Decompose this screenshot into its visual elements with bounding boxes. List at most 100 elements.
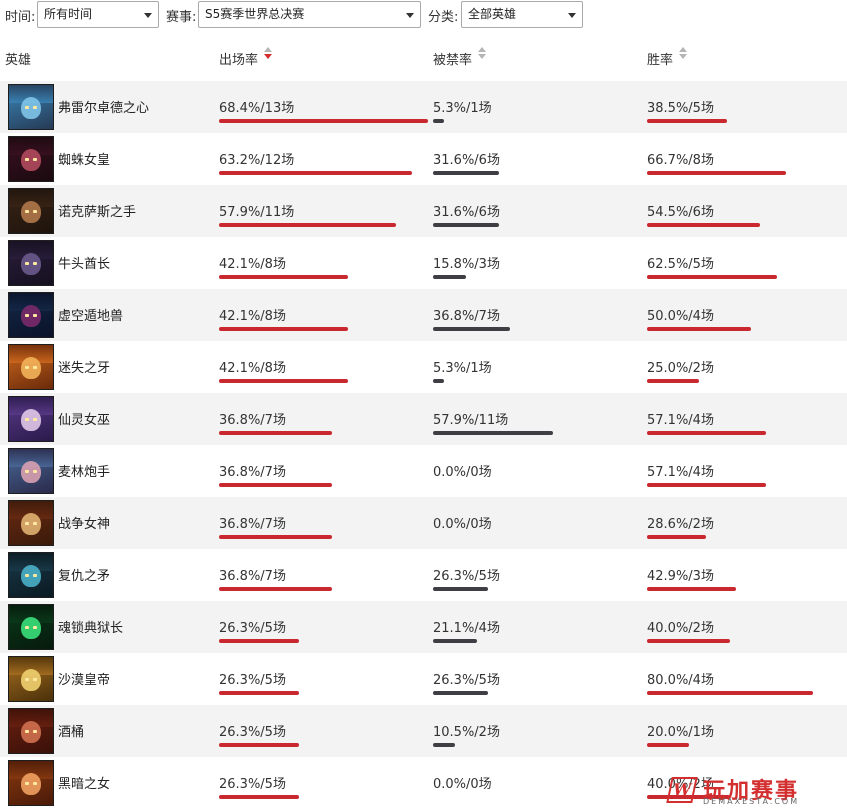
ban-rate-value: 10.5%/2场 — [433, 725, 500, 740]
category-filter-label: 分类: — [428, 10, 459, 25]
sort-icon — [478, 47, 486, 59]
ban-rate-bar — [433, 223, 499, 227]
table-row[interactable]: 蜘蛛女皇 63.2%/12场 31.6%/6场 66.7%/8场 — [0, 133, 847, 185]
hero-name[interactable]: 酒桶 — [58, 721, 84, 740]
table-row[interactable]: 虚空遁地兽 42.1%/8场 36.8%/7场 50.0%/4场 — [0, 289, 847, 341]
table-row[interactable]: 战争女神 36.8%/7场 0.0%/0场 28.6%/2场 — [0, 497, 847, 549]
pick-rate-value: 36.8%/7场 — [219, 569, 286, 584]
win-rate-bar — [647, 639, 730, 643]
pick-rate-bar — [219, 587, 332, 591]
ban-rate-value: 0.0%/0场 — [433, 777, 492, 792]
hero-name[interactable]: 仙灵女巫 — [58, 409, 110, 428]
table-row[interactable]: 牛头酋长 42.1%/8场 15.8%/3场 62.5%/5场 — [0, 237, 847, 289]
ban-rate-value: 57.9%/11场 — [433, 413, 509, 428]
pick-rate-value: 26.3%/5场 — [219, 725, 286, 740]
ban-rate-bar — [433, 639, 477, 643]
ban-rate-bar — [433, 275, 466, 279]
table-row[interactable]: 弗雷尔卓德之心 68.4%/13场 5.3%/1场 38.5%/5场 — [0, 81, 847, 133]
hero-name[interactable]: 魂锁典狱长 — [58, 617, 123, 636]
pick-rate-bar — [219, 171, 412, 175]
hero-portrait[interactable] — [8, 240, 54, 286]
ban-rate-value: 26.3%/5场 — [433, 569, 500, 584]
win-rate-bar — [647, 379, 699, 383]
hero-portrait[interactable] — [8, 500, 54, 546]
time-filter-value: 所有时间 — [44, 7, 93, 21]
win-rate-value: 20.0%/1场 — [647, 725, 714, 740]
event-filter-select[interactable]: S5赛季世界总决赛 — [198, 1, 421, 28]
win-rate-bar — [647, 535, 706, 539]
pick-rate-value: 42.1%/8场 — [219, 361, 286, 376]
hero-name[interactable]: 诺克萨斯之手 — [58, 201, 136, 220]
win-rate-value: 28.6%/2场 — [647, 517, 714, 532]
hero-portrait[interactable] — [8, 448, 54, 494]
win-rate-bar — [647, 431, 766, 435]
pick-rate-bar — [219, 483, 332, 487]
pick-rate-value: 36.8%/7场 — [219, 413, 286, 428]
watermark: W 玩加赛事 DEMAXESTA.COM — [666, 775, 839, 806]
hero-portrait[interactable] — [8, 188, 54, 234]
table-row[interactable]: 迷失之牙 42.1%/8场 5.3%/1场 25.0%/2场 — [0, 341, 847, 393]
hero-portrait[interactable] — [8, 552, 54, 598]
hero-name[interactable]: 虚空遁地兽 — [58, 305, 123, 324]
win-rate-bar — [647, 119, 727, 123]
category-filter-select[interactable]: 全部英雄 — [461, 1, 583, 28]
hero-name[interactable]: 迷失之牙 — [58, 357, 110, 376]
pick-rate-bar — [219, 639, 299, 643]
pick-rate-value: 36.8%/7场 — [219, 517, 286, 532]
event-filter-value: S5赛季世界总决赛 — [205, 7, 305, 21]
hero-portrait[interactable] — [8, 656, 54, 702]
table-row[interactable]: 复仇之矛 36.8%/7场 26.3%/5场 42.9%/3场 — [0, 549, 847, 601]
table-row[interactable]: 仙灵女巫 36.8%/7场 57.9%/11场 57.1%/4场 — [0, 393, 847, 445]
win-rate-value: 25.0%/2场 — [647, 361, 714, 376]
win-rate-bar — [647, 691, 813, 695]
hero-portrait[interactable] — [8, 84, 54, 130]
win-rate-bar — [647, 483, 766, 487]
table-row[interactable]: 沙漠皇帝 26.3%/5场 26.3%/5场 80.0%/4场 — [0, 653, 847, 705]
win-rate-value: 38.5%/5场 — [647, 101, 714, 116]
pick-rate-sort[interactable]: 出场率 — [219, 44, 279, 70]
hero-name[interactable]: 战争女神 — [58, 513, 110, 532]
win-rate-bar — [647, 327, 751, 331]
table-row[interactable]: 酒桶 26.3%/5场 10.5%/2场 20.0%/1场 — [0, 705, 847, 757]
pick-rate-bar — [219, 431, 332, 435]
win-rate-bar — [647, 743, 689, 747]
hero-name[interactable]: 牛头酋长 — [58, 253, 110, 272]
hero-portrait[interactable] — [8, 136, 54, 182]
pick-rate-bar — [219, 795, 299, 799]
hero-name[interactable]: 麦林炮手 — [58, 461, 110, 480]
pick-rate-value: 26.3%/5场 — [219, 673, 286, 688]
pick-rate-bar — [219, 743, 299, 747]
ban-rate-value: 0.0%/0场 — [433, 517, 492, 532]
pick-rate-bar — [219, 275, 348, 279]
hero-name[interactable]: 弗雷尔卓德之心 — [58, 97, 149, 116]
win-rate-value: 57.1%/4场 — [647, 465, 714, 480]
hero-portrait[interactable] — [8, 292, 54, 338]
hero-portrait[interactable] — [8, 708, 54, 754]
win-rate-value: 62.5%/5场 — [647, 257, 714, 272]
hero-name[interactable]: 沙漠皇帝 — [58, 669, 110, 688]
win-rate-sort[interactable]: 胜率 — [647, 44, 697, 70]
ban-rate-bar — [433, 431, 553, 435]
pick-rate-value: 26.3%/5场 — [219, 621, 286, 636]
ban-rate-bar — [433, 327, 510, 331]
hero-portrait[interactable] — [8, 760, 54, 806]
ban-rate-bar — [433, 587, 488, 591]
table-row[interactable]: 魂锁典狱长 26.3%/5场 21.1%/4场 40.0%/2场 — [0, 601, 847, 653]
pick-rate-value: 63.2%/12场 — [219, 153, 295, 168]
hero-name[interactable]: 黑暗之女 — [58, 773, 110, 792]
hero-portrait[interactable] — [8, 396, 54, 442]
hero-portrait[interactable] — [8, 344, 54, 390]
hero-name[interactable]: 复仇之矛 — [58, 565, 110, 584]
ban-rate-sort[interactable]: 被禁率 — [433, 44, 493, 70]
table-row[interactable]: 诺克萨斯之手 57.9%/11场 31.6%/6场 54.5%/6场 — [0, 185, 847, 237]
hero-portrait[interactable] — [8, 604, 54, 650]
ban-rate-header: 被禁率 — [433, 53, 473, 68]
time-filter-label: 时间: — [5, 10, 36, 25]
hero-name[interactable]: 蜘蛛女皇 — [58, 149, 110, 168]
time-filter-select[interactable]: 所有时间 — [37, 1, 159, 28]
table-row[interactable]: 麦林炮手 36.8%/7场 0.0%/0场 57.1%/4场 — [0, 445, 847, 497]
chevron-down-icon — [406, 13, 414, 18]
filter-bar: 时间: 所有时间 赛事: S5赛季世界总决赛 分类: 全部英雄 — [0, 0, 847, 30]
pick-rate-bar — [219, 223, 396, 227]
pick-rate-value: 68.4%/13场 — [219, 101, 295, 116]
